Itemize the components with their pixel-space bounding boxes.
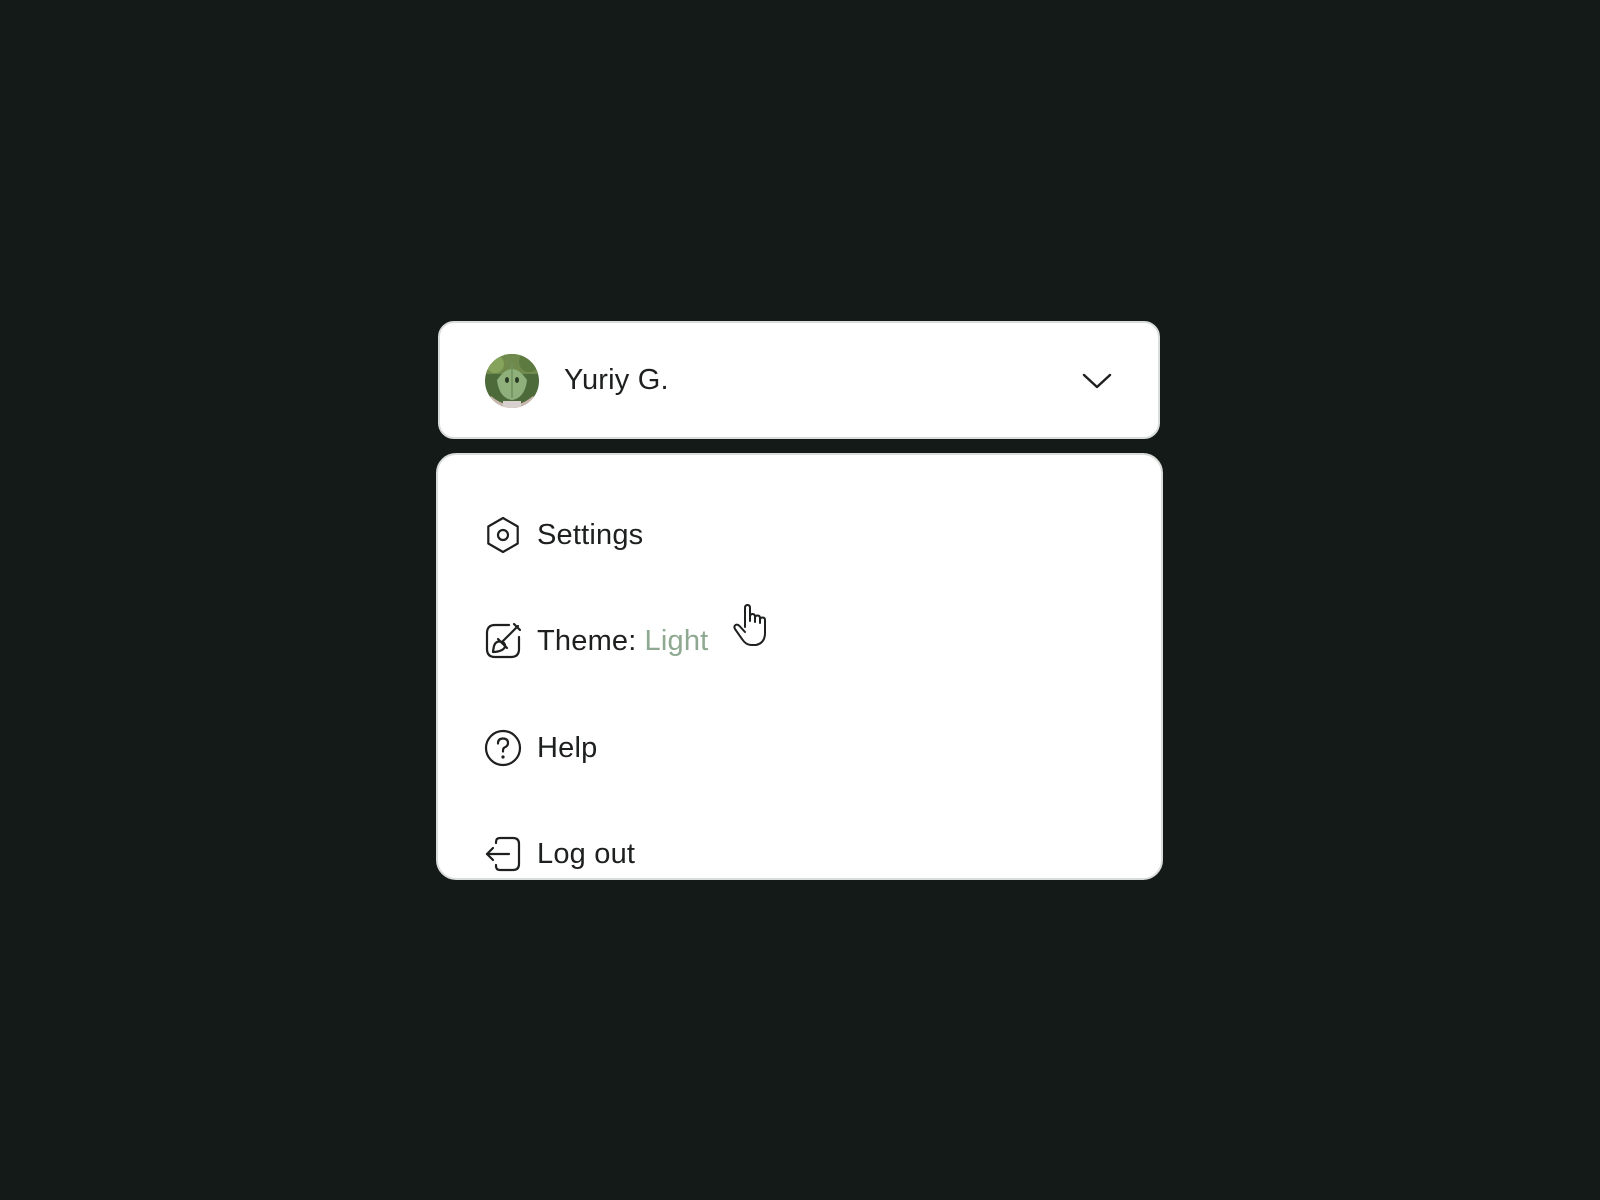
theme-value: Light	[644, 624, 709, 657]
avatar	[485, 354, 539, 408]
theme-label: Theme:	[537, 624, 637, 657]
brush-icon	[483, 621, 523, 661]
account-dropdown-menu: Settings Theme: Light Help Log out	[436, 453, 1163, 880]
menu-item-theme[interactable]: Theme: Light	[483, 613, 1113, 669]
menu-item-label: Settings	[537, 518, 644, 551]
chevron-down-icon[interactable]	[1081, 368, 1113, 392]
logout-icon	[483, 834, 523, 874]
menu-item-label: Help	[537, 731, 598, 764]
menu-item-logout[interactable]: Log out	[483, 826, 1113, 882]
menu-item-help[interactable]: Help	[483, 720, 1113, 776]
account-menu-trigger[interactable]: Yuriy G.	[438, 321, 1160, 439]
gear-icon	[483, 515, 523, 555]
menu-item-label: Theme: Light	[537, 625, 708, 658]
help-icon	[483, 728, 523, 768]
user-name: Yuriy G.	[564, 363, 669, 396]
menu-item-label: Log out	[537, 837, 636, 870]
menu-item-settings[interactable]: Settings	[483, 507, 1113, 563]
